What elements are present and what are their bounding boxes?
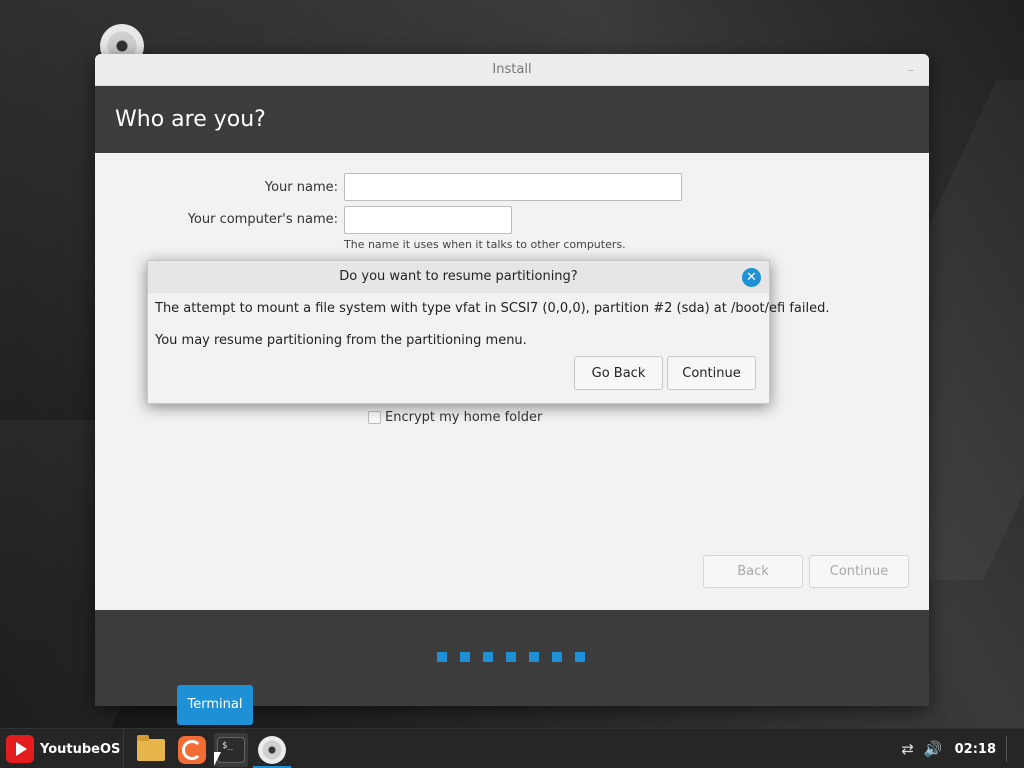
encrypt-home-row[interactable]: Encrypt my home folder	[368, 410, 542, 425]
progress-step	[575, 652, 585, 662]
dialog-info-message: You may resume partitioning from the par…	[155, 333, 527, 348]
dialog-close-icon[interactable]: ✕	[742, 268, 761, 287]
progress-step	[437, 652, 447, 662]
progress-step	[506, 652, 516, 662]
encrypt-home-checkbox[interactable]	[368, 411, 381, 424]
go-back-button[interactable]: Go Back	[574, 356, 663, 390]
show-desktop-button[interactable]	[1006, 736, 1014, 762]
start-menu-label: YoutubeOS	[40, 741, 121, 757]
dialog-titlebar: Do you want to resume partitioning? ✕	[148, 261, 769, 293]
terminal-tooltip: Terminal	[177, 685, 253, 725]
youtube-logo-icon	[6, 735, 34, 763]
progress-step	[529, 652, 539, 662]
network-disconnected-icon[interactable]: ⇄	[901, 740, 914, 758]
clock[interactable]: 02:18	[955, 742, 996, 757]
volume-icon[interactable]: 🔊	[924, 740, 943, 758]
computer-name-hint: The name it uses when it talks to other …	[344, 238, 626, 251]
window-titlebar[interactable]: Install –	[95, 54, 929, 86]
page-header: Who are you?	[95, 86, 929, 153]
dialog-error-message: The attempt to mount a file system with …	[155, 301, 830, 316]
files-launcher[interactable]	[134, 733, 168, 767]
mouse-cursor-icon	[214, 752, 221, 766]
installer-taskbar-item[interactable]	[255, 733, 289, 767]
terminal-icon: $_	[217, 737, 245, 763]
computer-name-field[interactable]	[344, 206, 512, 234]
firefox-icon	[178, 736, 206, 764]
back-button[interactable]: Back	[703, 555, 803, 588]
minimize-button[interactable]: –	[903, 54, 919, 86]
progress-step	[552, 652, 562, 662]
progress-step	[483, 652, 493, 662]
dialog-title: Do you want to resume partitioning?	[339, 269, 578, 284]
page-title: Who are you?	[115, 107, 266, 132]
resume-partitioning-dialog: Do you want to resume partitioning? ✕ Th…	[147, 260, 829, 404]
firefox-launcher[interactable]	[175, 733, 209, 767]
taskbar: YoutubeOS $_ ⇄ 🔊 02:18	[0, 728, 1024, 768]
start-menu-button[interactable]: YoutubeOS	[0, 729, 124, 768]
your-name-field[interactable]	[344, 173, 682, 201]
system-tray: ⇄ 🔊 02:18	[901, 729, 1014, 768]
window-title: Install	[492, 62, 532, 77]
folder-icon	[137, 735, 165, 761]
your-name-label: Your name:	[264, 180, 338, 195]
progress-indicator	[437, 652, 585, 662]
disc-icon	[258, 736, 286, 764]
computer-name-label: Your computer's name:	[187, 212, 338, 227]
dialog-continue-button[interactable]: Continue	[667, 356, 756, 390]
continue-button[interactable]: Continue	[809, 555, 909, 588]
encrypt-home-label: Encrypt my home folder	[385, 410, 543, 425]
progress-step	[460, 652, 470, 662]
